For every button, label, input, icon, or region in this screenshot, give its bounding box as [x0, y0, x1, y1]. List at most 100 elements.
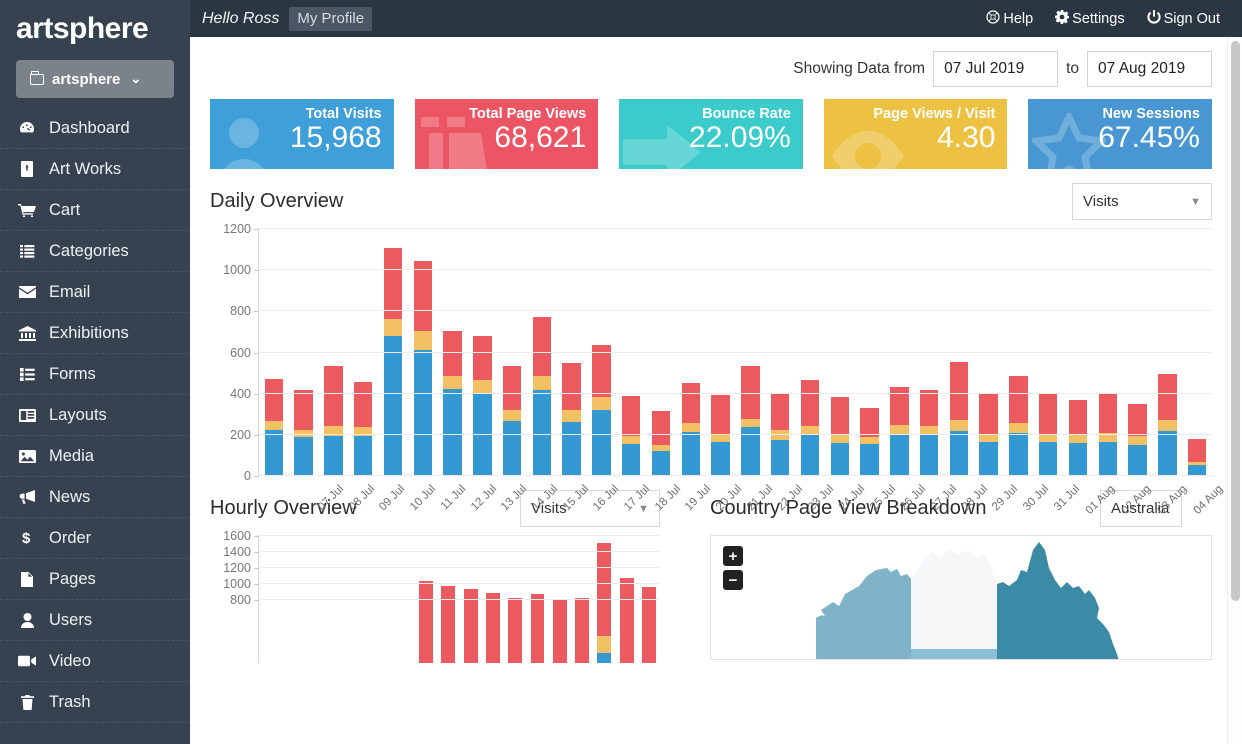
my-profile-button[interactable]: My Profile: [289, 7, 372, 31]
gear-icon: [1055, 10, 1069, 27]
stacked-bar[interactable]: [384, 248, 402, 475]
site-selector[interactable]: artsphere ⌄: [16, 60, 174, 98]
sidebar-item-users[interactable]: Users: [0, 600, 190, 641]
bar-segment-visits: [622, 444, 640, 475]
topbar-link-sign-out[interactable]: Sign Out: [1147, 10, 1220, 27]
map-region-northern-territory: [911, 550, 997, 660]
stacked-bar[interactable]: [414, 261, 432, 475]
sidebar-item-categories[interactable]: Categories: [0, 231, 190, 272]
page-scrollbar[interactable]: [1227, 37, 1242, 744]
sidebar-item-media[interactable]: Media: [0, 436, 190, 477]
date-to-input[interactable]: [1087, 51, 1212, 87]
gridline: 1400: [259, 551, 660, 552]
stacked-bar[interactable]: [950, 362, 968, 475]
daily-metric-select[interactable]: Visits ▼: [1072, 183, 1212, 220]
categories-icon: [17, 242, 37, 260]
stacked-bar[interactable]: [486, 593, 500, 663]
sidebar-item-trash[interactable]: Trash: [0, 682, 190, 723]
topbar-links: Help Settings Sign Out: [986, 10, 1232, 27]
stacked-bar[interactable]: [920, 390, 938, 475]
sidebar-item-pages[interactable]: Pages: [0, 559, 190, 600]
stacked-bar[interactable]: [531, 594, 545, 663]
stacked-bar[interactable]: [553, 599, 567, 663]
layouts-icon: [17, 406, 37, 424]
stacked-bar[interactable]: [441, 586, 455, 663]
bar-segment-visits: [533, 390, 551, 475]
stacked-bar[interactable]: [533, 317, 551, 475]
stacked-bar[interactable]: [622, 396, 640, 475]
stacked-bar[interactable]: [1158, 374, 1176, 475]
bar-segment-page-views: [950, 420, 968, 432]
bar-segment-sessions: [979, 394, 997, 434]
bar-segment-sessions: [265, 379, 283, 421]
bar-segment-visits: [324, 436, 342, 475]
stacked-bar[interactable]: [652, 411, 670, 475]
stacked-bar[interactable]: [562, 363, 580, 475]
y-axis-tick-label: 400: [230, 387, 251, 401]
bar-segment-sessions: [597, 543, 611, 636]
bar-segment-sessions: [950, 362, 968, 420]
sidebar-item-label: News: [49, 488, 90, 507]
stacked-bar[interactable]: [1009, 376, 1027, 475]
sidebar-item-news[interactable]: News: [0, 477, 190, 518]
y-axis-tick-label: 800: [230, 593, 251, 607]
kpi-label: New Sessions: [1028, 106, 1200, 122]
sidebar-item-order[interactable]: $Order: [0, 518, 190, 559]
stacked-bar[interactable]: [575, 598, 589, 663]
bar-segment-sessions: [801, 380, 819, 427]
country-map[interactable]: + −: [710, 535, 1212, 660]
stacked-bar[interactable]: [711, 395, 729, 475]
sidebar-item-video[interactable]: Video: [0, 641, 190, 682]
gridline: 1200: [259, 567, 660, 568]
map-region-south-australia: [911, 649, 997, 660]
stacked-bar[interactable]: [324, 366, 342, 475]
date-from-input[interactable]: [933, 51, 1058, 87]
stacked-bar[interactable]: [831, 397, 849, 475]
bar-segment-page-views: [597, 636, 611, 653]
stacked-bar[interactable]: [592, 345, 610, 475]
gridline: 1600: [259, 535, 660, 536]
bar-segment-page-views: [622, 436, 640, 444]
sidebar-item-forms[interactable]: Forms: [0, 354, 190, 395]
power-icon: [1147, 10, 1161, 27]
kpi-card-total-page-views: Total Page Views68,621: [415, 99, 599, 169]
stacked-bar[interactable]: [1188, 439, 1206, 475]
sidebar-item-art-works[interactable]: Art Works: [0, 149, 190, 190]
stacked-bar[interactable]: [741, 366, 759, 475]
kpi-value: 22.09%: [619, 121, 791, 154]
bar-segment-visits: [1039, 442, 1057, 475]
stacked-bar[interactable]: [419, 581, 433, 663]
topbar-link-settings[interactable]: Settings: [1055, 10, 1124, 27]
stacked-bar[interactable]: [890, 387, 908, 475]
sidebar-item-dashboard[interactable]: Dashboard: [0, 108, 190, 149]
stacked-bar[interactable]: [473, 336, 491, 475]
bar-segment-sessions: [652, 411, 670, 445]
stacked-bar[interactable]: [508, 598, 522, 663]
map-zoom-in-button[interactable]: +: [723, 546, 743, 566]
stacked-bar[interactable]: [682, 383, 700, 475]
bank-icon: [17, 324, 37, 342]
forms-icon: [17, 365, 37, 383]
x-tick: 07 Jul: [307, 475, 338, 495]
stacked-bar[interactable]: [1128, 404, 1146, 475]
stacked-bar[interactable]: [354, 382, 372, 475]
stacked-bar[interactable]: [1069, 400, 1087, 475]
stacked-bar[interactable]: [503, 366, 521, 475]
sidebar-item-layouts[interactable]: Layouts: [0, 395, 190, 436]
gridline: 1000: [259, 269, 1212, 270]
stacked-bar[interactable]: [597, 543, 611, 663]
sidebar-item-email[interactable]: Email: [0, 272, 190, 313]
stacked-bar[interactable]: [294, 390, 312, 475]
stacked-bar[interactable]: [801, 380, 819, 475]
bar-segment-visits: [1099, 442, 1117, 475]
sidebar-item-label: Pages: [49, 570, 96, 589]
sidebar-item-cart[interactable]: Cart: [0, 190, 190, 231]
topbar-link-help[interactable]: Help: [986, 10, 1033, 27]
stacked-bar[interactable]: [620, 578, 634, 663]
bar-segment-visits: [1128, 445, 1146, 475]
stacked-bar[interactable]: [860, 408, 878, 475]
map-zoom-out-button[interactable]: −: [723, 570, 743, 590]
bar-segment-visits: [503, 421, 521, 475]
scrollbar-thumb[interactable]: [1231, 41, 1240, 601]
sidebar-item-exhibitions[interactable]: Exhibitions: [0, 313, 190, 354]
